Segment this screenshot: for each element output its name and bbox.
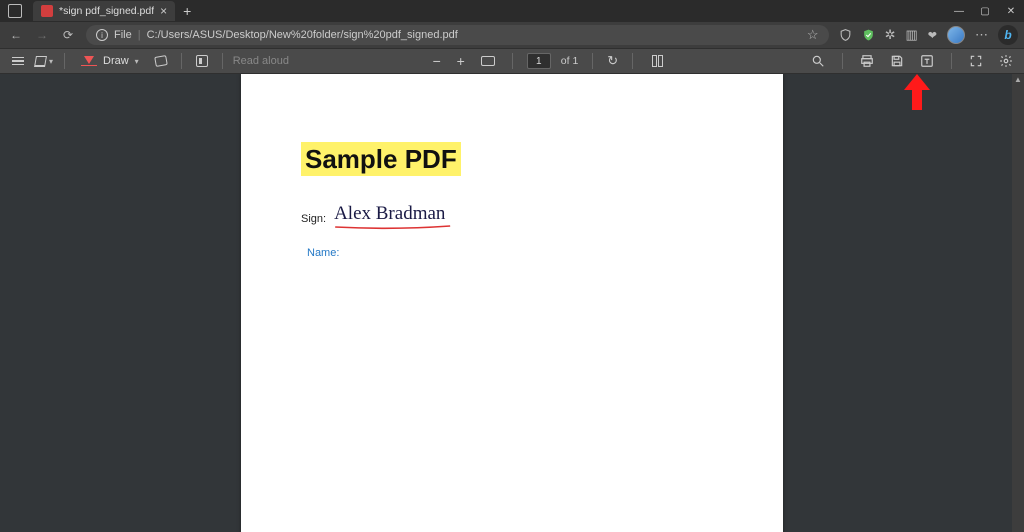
security-shield-icon[interactable] [862,28,875,42]
signature-row: Sign: Alex Bradman [301,203,723,225]
two-page-view-button[interactable] [647,51,667,71]
fullscreen-button[interactable] [966,51,986,71]
zoom-in-button[interactable]: + [454,53,468,69]
document-title: Sample PDF [301,142,461,176]
page-view-button[interactable] [192,51,212,71]
forward-button[interactable]: → [34,28,50,42]
more-menu-icon[interactable]: ⋯ [975,27,988,43]
close-window-button[interactable]: ✕ [998,0,1024,22]
site-info-icon[interactable]: i [96,29,108,41]
erase-button[interactable] [151,51,171,71]
address-bar: ← → ⟳ i File | C:/Users/ASUS/Desktop/New… [0,22,1024,48]
settings-button[interactable] [996,51,1016,71]
bing-chat-button[interactable]: b [998,25,1018,45]
separator [632,53,633,69]
sign-label: Sign: [301,213,326,225]
share-icon[interactable]: ❤ [928,29,937,42]
pdf-viewer[interactable]: Sample PDF Sign: Alex Bradman Name: ▲ [0,74,1024,532]
pdf-favicon-icon [41,5,53,17]
highlight-button[interactable]: ▾ [34,51,54,71]
separator [512,53,513,69]
page-count-label: of 1 [561,55,579,67]
name-label: Name: [307,247,339,259]
minimize-button[interactable]: ― [946,0,972,22]
url-scheme: File [114,29,132,41]
pdf-toolbar-right [808,51,1016,71]
pdf-toolbar: ▾ Draw ▾ Read aloud − + 1 of 1 ↻ [0,48,1024,74]
contents-button[interactable] [8,51,28,71]
pdf-toolbar-center: − + 1 of 1 ↻ [430,51,667,71]
draw-button[interactable]: Draw ▾ [75,51,145,71]
scroll-up-icon[interactable]: ▲ [1012,74,1024,86]
browser-tab[interactable]: *sign pdf_signed.pdf × [33,1,175,21]
tab-title: *sign pdf_signed.pdf [59,5,154,17]
new-tab-button[interactable]: + [183,3,191,19]
url-field[interactable]: i File | C:/Users/ASUS/Desktop/New%20fol… [86,25,829,45]
profile-avatar[interactable] [947,26,965,44]
window-titlebar: *sign pdf_signed.pdf × + ― ▢ ✕ [0,0,1024,22]
zoom-out-button[interactable]: − [430,53,444,69]
find-button[interactable] [808,51,828,71]
separator [181,53,182,69]
print-button[interactable] [857,51,877,71]
tab-actions-icon[interactable] [8,4,22,18]
separator [951,53,952,69]
url-separator: | [138,29,141,41]
url-path: C:/Users/ASUS/Desktop/New%20folder/sign%… [147,29,458,41]
signature-text: Alex Bradman [334,203,445,224]
save-button[interactable] [887,51,907,71]
toolbar-right: ✲ ▥ ❤ ⋯ b [839,25,1016,45]
collections-icon[interactable]: ▥ [905,27,917,43]
close-tab-icon[interactable]: × [160,5,167,17]
pen-icon [84,56,94,64]
separator [222,53,223,69]
maximize-button[interactable]: ▢ [972,0,998,22]
extensions-icon[interactable]: ✲ [885,27,896,43]
separator [592,53,593,69]
page-number-input[interactable]: 1 [527,53,551,69]
refresh-button[interactable]: ⟳ [60,28,76,42]
chevron-down-icon: ▾ [135,57,139,66]
back-button[interactable]: ← [8,28,24,42]
separator [64,53,65,69]
vertical-scrollbar[interactable]: ▲ [1012,74,1024,532]
signature-underline [334,224,451,228]
bing-icon: b [1004,28,1011,42]
read-aloud-button[interactable]: Read aloud [233,55,289,67]
rotate-button[interactable]: ↻ [607,53,618,69]
add-text-button[interactable] [917,51,937,71]
tracking-shield-icon[interactable] [839,28,852,42]
pdf-page: Sample PDF Sign: Alex Bradman Name: [241,74,783,532]
favorite-icon[interactable]: ☆ [807,27,819,43]
draw-label: Draw [103,55,129,67]
fit-page-button[interactable] [478,51,498,71]
window-controls: ― ▢ ✕ [946,0,1024,22]
separator [842,53,843,69]
